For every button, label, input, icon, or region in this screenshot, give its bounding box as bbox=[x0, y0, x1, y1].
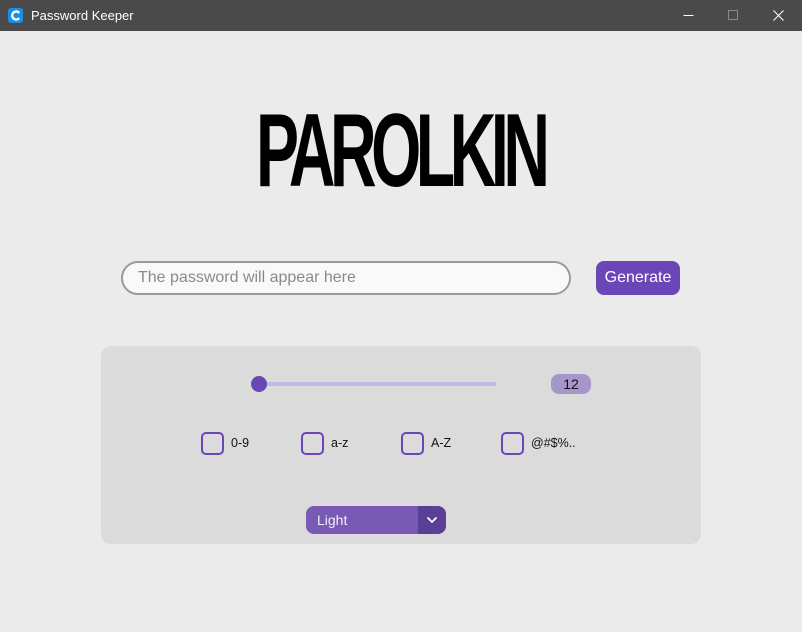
lowercase-label: a-z bbox=[331, 436, 349, 450]
option-digits[interactable]: 0-9 bbox=[201, 431, 249, 455]
minimize-icon bbox=[683, 15, 693, 16]
uppercase-label: A-Z bbox=[431, 436, 452, 450]
maximize-icon bbox=[727, 10, 738, 20]
password-output-field[interactable] bbox=[121, 261, 571, 295]
length-slider-thumb[interactable] bbox=[251, 376, 267, 392]
title-bar: Password Keeper bbox=[0, 0, 802, 31]
theme-selected-value: Light bbox=[306, 506, 418, 534]
theme-dropdown[interactable]: Light bbox=[306, 506, 446, 534]
option-symbols[interactable]: @#$%.. bbox=[501, 431, 576, 455]
window-title: Password Keeper bbox=[31, 8, 134, 23]
symbols-label: @#$%.. bbox=[531, 436, 576, 450]
options-panel: 12 0-9 a-z A-Z @#$%.. Light bbox=[101, 346, 701, 544]
close-icon bbox=[772, 10, 784, 21]
minimize-button[interactable] bbox=[665, 0, 711, 31]
uppercase-checkbox[interactable] bbox=[401, 431, 424, 455]
close-button[interactable] bbox=[755, 0, 801, 31]
symbols-checkbox[interactable] bbox=[501, 431, 524, 455]
digits-label: 0-9 bbox=[231, 436, 250, 450]
chevron-down-icon bbox=[427, 517, 437, 523]
option-uppercase[interactable]: A-Z bbox=[401, 431, 451, 455]
length-slider[interactable] bbox=[260, 382, 496, 386]
theme-dropdown-toggle[interactable] bbox=[418, 506, 446, 534]
lowercase-checkbox[interactable] bbox=[301, 431, 324, 455]
maximize-button[interactable] bbox=[710, 0, 756, 31]
logo-text: PAROLKIN bbox=[256, 98, 550, 198]
length-value-badge: 12 bbox=[551, 374, 591, 394]
digits-checkbox[interactable] bbox=[201, 431, 224, 455]
option-lowercase[interactable]: a-z bbox=[301, 431, 348, 455]
app-logo: PAROLKIN bbox=[256, 98, 550, 198]
generate-button[interactable]: Generate bbox=[596, 261, 680, 295]
app-icon bbox=[8, 8, 23, 23]
